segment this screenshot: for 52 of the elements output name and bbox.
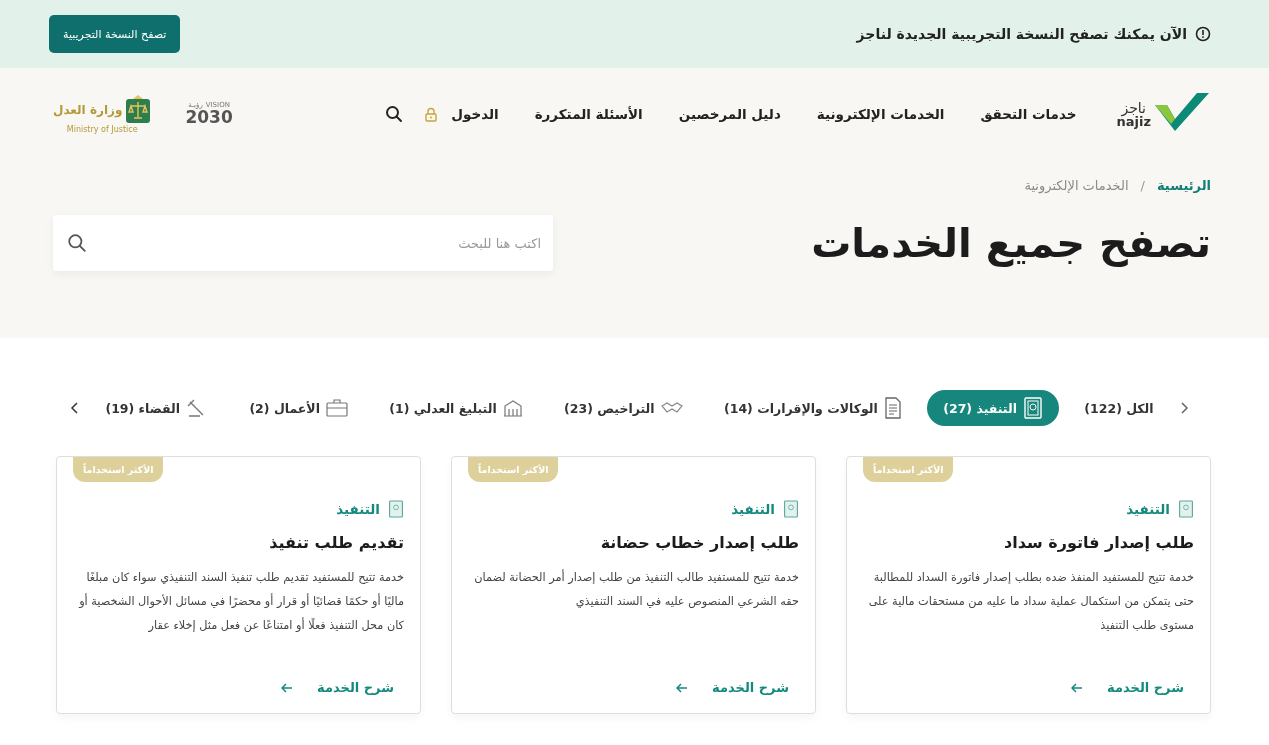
category-tab[interactable]: الوكالات والإقرارات (14)	[708, 390, 918, 426]
category-tab[interactable]: التنفيذ (27)	[927, 390, 1059, 426]
lock-icon	[425, 106, 438, 122]
nav-link[interactable]: الخدمات الإلكترونية	[816, 106, 945, 122]
briefcase-icon	[325, 399, 348, 417]
announcement-text: الآن يمكنك تصفح النسخة التجريبية الجديدة لناجز	[856, 26, 1187, 42]
search-icon[interactable]	[67, 233, 87, 253]
nav-link[interactable]: خدمات التحقق	[980, 106, 1077, 122]
service-title: طلب إصدار خطاب حضانة	[599, 533, 799, 552]
page-title: تصفح جميع الخدمات	[811, 220, 1211, 266]
book-icon	[388, 499, 404, 519]
service-card[interactable]: الأكثر استخداماً التنفيذ طلب إصدار فاتورة سداد خدمة تتيح للمستفيد المنفذ ضده بطلب إصدار فاتورة السداد للمطالبة حتى يتمكن من استكمال عملية سداد ما عليه من مستحقات مالية على مستوى طلب التنفيذ شرح الخدمة	[846, 456, 1211, 714]
most-used-badge: الأكثر استخداماً	[468, 457, 559, 482]
category-label: التنفيذ	[336, 501, 380, 517]
category-tab[interactable]: التراخيص (23)	[548, 390, 699, 426]
try-beta-button[interactable]: تصفح النسخة التجريبية	[49, 15, 181, 53]
arrow-left-icon	[281, 682, 294, 693]
chevron-left-icon[interactable]	[70, 401, 81, 415]
most-used-badge: الأكثر استخداماً	[73, 457, 164, 482]
login-link[interactable]: الدخول	[451, 106, 499, 122]
breadcrumb-separator: /	[1140, 178, 1145, 193]
breadcrumb-link[interactable]: الرئيسية	[1156, 178, 1211, 193]
arrow-left-icon	[1071, 682, 1084, 693]
document-icon	[883, 397, 902, 419]
book-icon	[783, 499, 799, 519]
service-description: خدمة تتيح للمستفيد طالب التنفيذ من طلب إصدار أمر الحضانة لضمان حقه الشرعي المنصوص عليه في السند التنفيذي	[473, 568, 799, 610]
search-icon[interactable]	[385, 105, 404, 123]
service-description: خدمة تتيح للمستفيد تقديم طلب تنفيذ السند التنفيذي سواء كان مبلغًا ماليًا أو حكمًا قضائيًا أو قرار أو محضرًا في مسائل الأحوال الشخصية أو كان محل التنفيذ فعلًا أو امتناعًا عن فعل مثل إخلاء عقار	[77, 570, 404, 634]
category-tab[interactable]: الأعمال (2)	[233, 390, 364, 426]
service-details-link[interactable]: شرح الخدمة	[676, 680, 789, 695]
category-tab[interactable]: القضاء (19)	[89, 390, 224, 426]
search-field[interactable]: اكتب هنا للبحث	[53, 215, 553, 271]
service-card[interactable]	[56, 456, 421, 714]
building-icon	[502, 399, 523, 417]
service-details-link[interactable]: شرح الخدمة	[281, 680, 394, 695]
category-tab[interactable]: التبليغ العدلي (1)	[373, 390, 539, 426]
book-icon	[1022, 397, 1043, 419]
service-description: خدمة تتيح للمستفيد المنفذ ضده بطلب إصدار فاتورة السداد للمطالبة حتى يتمكن من استكمال عملية سداد ما عليه من مستحقات مالية على مستوى طلب التنفيذ	[867, 570, 1194, 634]
service-title: طلب إصدار فاتورة سداد	[1003, 533, 1194, 552]
service-details-link[interactable]: شرح الخدمة	[1071, 680, 1184, 695]
most-used-badge: الأكثر استخداماً	[863, 457, 954, 482]
nav-link[interactable]: الأسئلة المتكررة	[534, 106, 643, 122]
category-tab[interactable]: الكل (122)	[1068, 390, 1170, 426]
book-icon	[1178, 499, 1194, 519]
info-icon	[1195, 26, 1211, 42]
service-title: تقديم طلب تنفيذ	[268, 533, 404, 552]
nav-link[interactable]: دليل المرخصين	[678, 106, 781, 122]
chevron-right-icon[interactable]	[1179, 401, 1189, 415]
category-label: التنفيذ	[1126, 501, 1170, 517]
arrow-left-icon	[676, 682, 689, 693]
service-card[interactable]: الأكثر استخداماً التنفيذ طلب إصدار خطاب حضانة خدمة تتيح للمستفيد طالب التنفيذ من طلب إصدار أمر الحضانة لضمان حقه الشرعي المنصوص عليه في السند التنفيذي شرح الخدمة	[451, 456, 816, 714]
category-label: التنفيذ	[731, 501, 775, 517]
